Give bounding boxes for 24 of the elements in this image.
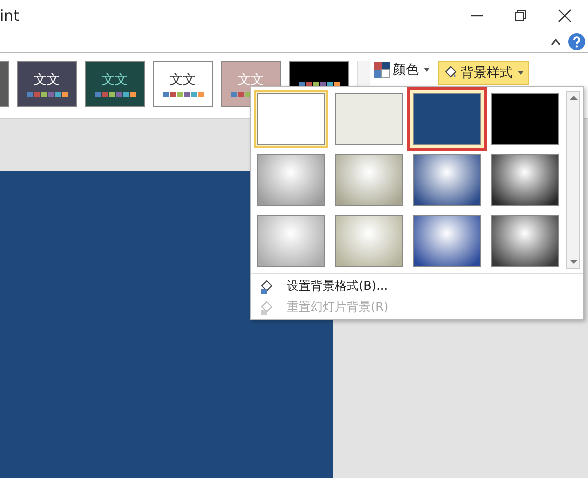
theme-text: 文文: [238, 72, 264, 89]
menu-item[interactable]: 设置背景格式(B)...: [251, 276, 583, 297]
theme-text: 文文: [34, 72, 60, 89]
color-swatch-strip: [94, 92, 136, 97]
color-swatch-strip: [162, 92, 204, 97]
caret-icon: [518, 71, 524, 75]
theme-thumbnail[interactable]: 文文: [153, 61, 213, 107]
collapse-ribbon-icon[interactable]: [550, 37, 562, 47]
help-icon[interactable]: [568, 33, 586, 51]
restore-icon[interactable]: [514, 9, 528, 23]
color-scheme-icon: [374, 62, 390, 78]
background-styles-button[interactable]: 背景样式: [438, 61, 529, 85]
window-title: int: [0, 7, 20, 25]
theme-thumbnail[interactable]: 文文: [17, 61, 77, 107]
paint-bucket-icon: [443, 66, 458, 80]
colors-button[interactable]: 颜色: [374, 61, 430, 79]
theme-text: 文文: [102, 72, 128, 89]
caret-icon: [424, 68, 430, 72]
theme-text: 文文: [170, 72, 196, 89]
theme-thumbnail[interactable]: 文文: [85, 61, 145, 107]
close-icon[interactable]: [558, 9, 572, 23]
color-swatch-strip: [26, 92, 68, 97]
paint-bucket-icon: [259, 278, 275, 294]
gallery-scrollbar[interactable]: [566, 91, 580, 269]
